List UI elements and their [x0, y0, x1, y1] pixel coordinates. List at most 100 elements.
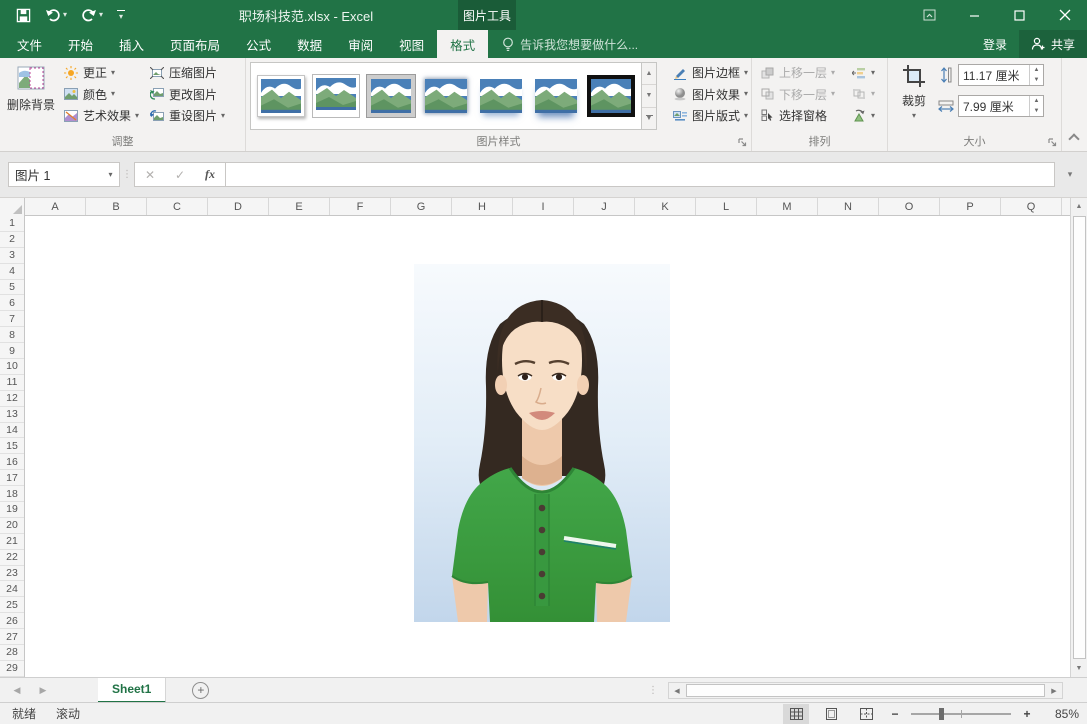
row-header-17[interactable]: 17: [0, 470, 24, 486]
column-header-P[interactable]: P: [940, 198, 1001, 215]
column-header-Q[interactable]: Q: [1001, 198, 1062, 215]
sheet-tab-Sheet1[interactable]: Sheet1: [98, 678, 166, 703]
compress-pictures-button[interactable]: 压缩图片: [144, 62, 230, 83]
row-header-26[interactable]: 26: [0, 613, 24, 629]
save-button[interactable]: [12, 6, 35, 25]
minimize-button[interactable]: [952, 0, 997, 30]
row-header-3[interactable]: 3: [0, 248, 24, 264]
row-header-10[interactable]: 10: [0, 359, 24, 375]
zoom-slider[interactable]: [911, 708, 1011, 720]
zoom-out-button[interactable]: −: [888, 707, 902, 721]
height-step-down[interactable]: ▼: [1030, 75, 1043, 85]
selection-pane-button[interactable]: 选择窗格: [754, 105, 840, 126]
shape-width-input[interactable]: [959, 96, 1029, 116]
scroll-up-arrow[interactable]: ▲: [1071, 198, 1087, 215]
expand-formula-bar-button[interactable]: ▾: [1061, 169, 1079, 180]
column-header-I[interactable]: I: [513, 198, 574, 215]
row-header-9[interactable]: 9: [0, 343, 24, 359]
tab-开始[interactable]: 开始: [55, 30, 106, 58]
undo-button[interactable]: ▾: [41, 6, 71, 24]
row-header-15[interactable]: 15: [0, 438, 24, 454]
color-button[interactable]: 颜色▾: [58, 84, 144, 105]
ribbon-display-options-button[interactable]: [907, 0, 952, 30]
row-header-2[interactable]: 2: [0, 232, 24, 248]
reset-picture-button[interactable]: 重设图片▾: [144, 105, 230, 126]
page-layout-view-button[interactable]: [818, 704, 844, 724]
row-header-24[interactable]: 24: [0, 581, 24, 597]
row-header-23[interactable]: 23: [0, 566, 24, 582]
bring-forward-button[interactable]: 上移一层▾: [754, 62, 840, 83]
picture-style-simple-frame-white[interactable]: [253, 65, 308, 127]
row-header-11[interactable]: 11: [0, 375, 24, 391]
picture-style-reflected-rounded[interactable]: [473, 65, 528, 127]
row-header-7[interactable]: 7: [0, 311, 24, 327]
sheet-nav-next-button[interactable]: ▶: [32, 685, 54, 696]
gallery-scroll-up-button[interactable]: ▲: [642, 63, 656, 85]
share-button[interactable]: 共享: [1019, 30, 1087, 58]
close-button[interactable]: [1042, 0, 1087, 30]
gallery-more-button[interactable]: ▼: [642, 108, 656, 129]
group-objects-button[interactable]: ▾: [846, 84, 880, 105]
artistic-effects-button[interactable]: 艺术效果▾: [58, 105, 144, 126]
tab-审阅[interactable]: 审阅: [335, 30, 386, 58]
tab-数据[interactable]: 数据: [284, 30, 335, 58]
column-header-A[interactable]: A: [25, 198, 86, 215]
row-header-22[interactable]: 22: [0, 550, 24, 566]
scroll-right-arrow[interactable]: ▶: [1046, 687, 1062, 695]
row-header-6[interactable]: 6: [0, 295, 24, 311]
row-header-28[interactable]: 28: [0, 645, 24, 661]
tell-me-box[interactable]: 告诉我您想要做什么...: [502, 30, 638, 58]
horizontal-scroll-thumb[interactable]: [686, 684, 1045, 697]
column-header-J[interactable]: J: [574, 198, 635, 215]
zoom-level[interactable]: 85%: [1043, 707, 1079, 721]
row-header-18[interactable]: 18: [0, 486, 24, 502]
vertical-scroll-thumb[interactable]: [1073, 216, 1086, 659]
row-header-8[interactable]: 8: [0, 327, 24, 343]
redo-button[interactable]: ▾: [77, 6, 107, 24]
crop-button[interactable]: 裁剪 ▾: [894, 61, 934, 127]
row-header-5[interactable]: 5: [0, 280, 24, 296]
shape-height-input[interactable]: [959, 65, 1029, 85]
rotate-button[interactable]: ▾: [846, 105, 880, 126]
send-backward-button[interactable]: 下移一层▾: [754, 84, 840, 105]
picture-styles-dialog-launcher[interactable]: [736, 136, 748, 148]
name-box-input[interactable]: [9, 163, 102, 186]
picture-style-soft-edge-rectangle[interactable]: [418, 65, 473, 127]
row-header-19[interactable]: 19: [0, 502, 24, 518]
scroll-down-arrow[interactable]: ▼: [1071, 660, 1087, 677]
picture-effects-button[interactable]: 图片效果▾: [667, 84, 753, 105]
row-header-20[interactable]: 20: [0, 518, 24, 534]
name-box-dropdown-arrow[interactable]: ▾: [102, 163, 119, 186]
normal-view-button[interactable]: [783, 704, 809, 724]
picture-layout-button[interactable]: 图片版式▾: [667, 105, 753, 126]
row-header-14[interactable]: 14: [0, 423, 24, 439]
row-header-21[interactable]: 21: [0, 534, 24, 550]
width-step-down[interactable]: ▼: [1030, 106, 1043, 116]
name-box[interactable]: ▾: [8, 162, 120, 187]
zoom-slider-thumb[interactable]: [939, 708, 944, 720]
picture-1-id-photo[interactable]: [414, 264, 670, 622]
remove-background-button[interactable]: 删除背景: [4, 61, 58, 127]
sign-in-button[interactable]: 登录: [971, 30, 1019, 58]
column-header-O[interactable]: O: [879, 198, 940, 215]
change-picture-button[interactable]: 更改图片: [144, 84, 230, 105]
redo-dropdown-arrow[interactable]: ▾: [99, 11, 103, 19]
maximize-button[interactable]: [997, 0, 1042, 30]
horizontal-scrollbar[interactable]: ◀ ▶: [668, 682, 1063, 699]
row-header-1[interactable]: 1: [0, 216, 24, 232]
gallery-scroll-down-button[interactable]: ▼: [642, 85, 656, 107]
picture-style-thick-black-frame[interactable]: [583, 65, 638, 127]
row-header-27[interactable]: 27: [0, 629, 24, 645]
sheet-nav-prev-button[interactable]: ◀: [6, 685, 28, 696]
row-header-12[interactable]: 12: [0, 391, 24, 407]
column-header-M[interactable]: M: [757, 198, 818, 215]
column-header-C[interactable]: C: [147, 198, 208, 215]
row-header-4[interactable]: 4: [0, 264, 24, 280]
tab-页面布局[interactable]: 页面布局: [157, 30, 233, 58]
picture-style-reflected-bevel[interactable]: [528, 65, 583, 127]
enter-button[interactable]: ✓: [165, 168, 195, 182]
new-sheet-button[interactable]: +: [192, 682, 209, 699]
tab-文件[interactable]: 文件: [4, 30, 55, 58]
select-all-button[interactable]: [0, 198, 25, 216]
collapse-ribbon-button[interactable]: [1068, 133, 1079, 144]
